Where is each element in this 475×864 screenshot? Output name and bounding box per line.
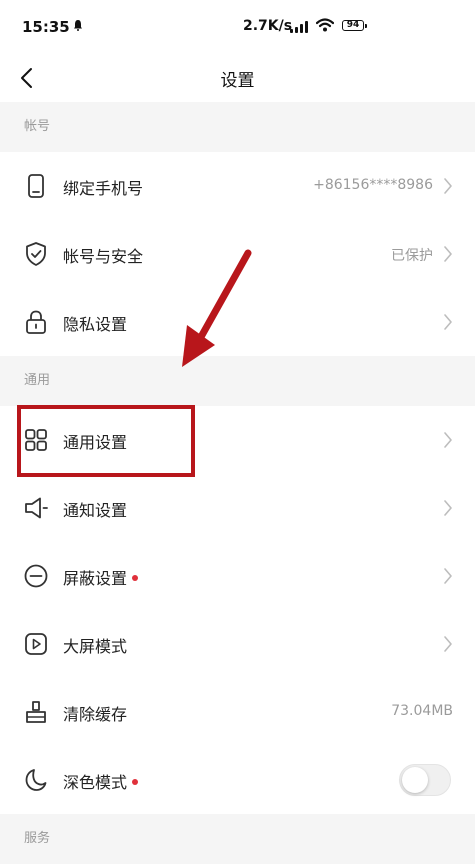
play-icon (25, 633, 47, 655)
section-header-account: 帐号 (0, 102, 475, 152)
settings-row-blocking[interactable]: 屏蔽设置 (0, 542, 475, 610)
settings-row-general-settings[interactable]: 通用设置 (0, 406, 475, 474)
notification-icon (74, 20, 82, 31)
phone-icon (28, 174, 44, 198)
battery-icon: 94 (342, 20, 367, 31)
nav-bar: 设置 (0, 54, 475, 102)
page-title: 设置 (220, 71, 255, 91)
row-label: 通用设置 (63, 433, 128, 452)
chevron-right-icon (444, 568, 452, 584)
lock-icon (26, 310, 46, 334)
settings-row-clear-cache[interactable]: 清除缓存 73.04MB (0, 678, 475, 746)
cache-size-value: 73.04MB (391, 703, 453, 719)
row-label: 屏蔽设置 (63, 565, 139, 589)
chevron-right-icon (444, 178, 452, 194)
row-label: 深色模式 (63, 769, 139, 793)
row-value: +86156****8986 (313, 177, 433, 193)
new-badge-dot (132, 778, 139, 785)
row-label: 隐私设置 (63, 315, 128, 334)
speaker-icon (25, 497, 48, 519)
settings-row-big-screen[interactable]: 大屏模式 (0, 610, 475, 678)
signal-icon (290, 21, 312, 33)
row-label-text: 深色模式 (63, 773, 128, 792)
section-header-services: 服务 (0, 814, 475, 864)
row-label: 大屏模式 (63, 637, 128, 656)
chevron-right-icon (444, 314, 452, 330)
settings-row-dark-mode[interactable]: 深色模式 (0, 746, 475, 814)
network-speed: 2.7K/s (243, 18, 293, 34)
grid-icon (25, 429, 47, 451)
chevron-right-icon (444, 636, 452, 652)
row-label: 绑定手机号 (63, 179, 144, 198)
dark-mode-toggle[interactable] (399, 764, 451, 796)
row-value: 已保护 (391, 248, 433, 264)
settings-row-notifications[interactable]: 通知设置 (0, 474, 475, 542)
row-label: 帐号与安全 (63, 247, 144, 266)
wifi-icon (316, 18, 334, 32)
settings-row-privacy[interactable]: 隐私设置 (0, 288, 475, 356)
chevron-right-icon (444, 500, 452, 516)
status-time: 15:35 (22, 18, 70, 36)
minus-circle-icon (24, 564, 48, 588)
settings-row-account-security[interactable]: 帐号与安全 已保护 (0, 220, 475, 288)
new-badge-dot (132, 574, 139, 581)
chevron-right-icon (444, 246, 452, 262)
moon-icon (25, 769, 47, 791)
toggle-knob (402, 767, 428, 793)
row-label: 通知设置 (63, 501, 128, 520)
shield-icon (26, 242, 46, 266)
chevron-right-icon (444, 432, 452, 448)
settings-row-bind-phone[interactable]: 绑定手机号 +86156****8986 (0, 152, 475, 220)
section-header-general: 通用 (0, 356, 475, 406)
row-label: 清除缓存 (63, 705, 128, 724)
row-label-text: 屏蔽设置 (63, 569, 128, 588)
status-bar: 15:35 2.7K/s 94 (0, 0, 475, 54)
brush-icon (26, 701, 46, 723)
